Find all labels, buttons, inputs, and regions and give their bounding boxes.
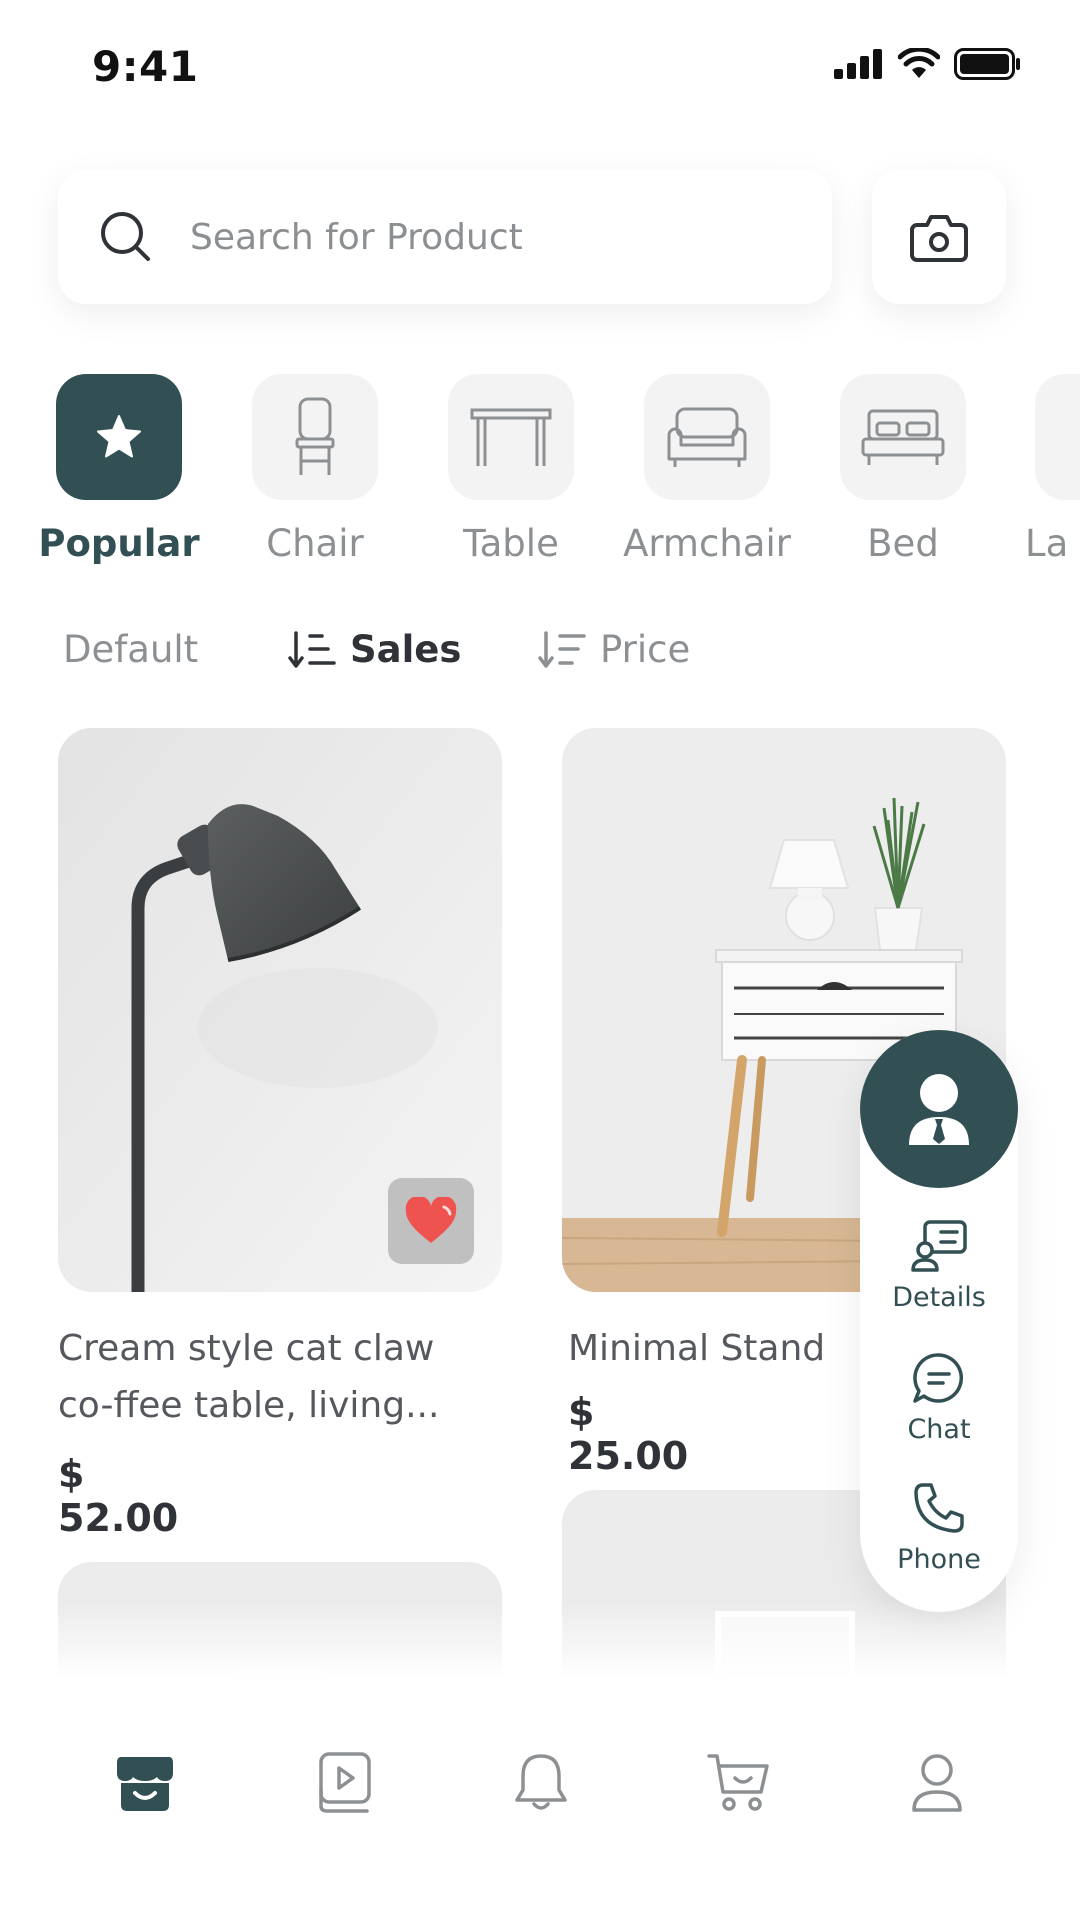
battery-icon [954,48,1020,80]
category-chair[interactable]: Chair [215,374,415,565]
bottom-nav [0,1678,1080,1920]
category-table[interactable]: Table [411,374,611,565]
category-bed[interactable]: Bed [803,374,1003,565]
sort-price[interactable]: Price [538,628,690,671]
sort-sales[interactable]: Sales [288,628,461,671]
agent-icon [909,1074,969,1145]
video-icon [319,1752,371,1813]
product-name-line: Cream style cat claw [58,1328,435,1369]
store-icon [117,1757,173,1811]
category-label: Popular [38,522,200,565]
category-tile [56,374,182,500]
details-label: Details [892,1282,986,1313]
camera-button[interactable] [872,170,1006,304]
favorite-button[interactable] [388,1178,474,1264]
sort-price-label: Price [600,628,691,671]
agent-avatar[interactable] [860,1030,1018,1188]
chat-label: Chat [907,1414,971,1445]
category-tile [448,374,574,500]
bell-icon [515,1754,567,1810]
sort-descending-icon [538,630,586,668]
product-price: $ 25.00 [568,1390,689,1478]
phone-label: Phone [897,1544,981,1575]
category-label: Chair [266,522,364,565]
signal-icon [834,49,882,79]
status-bar: 9:41 [0,0,1080,130]
category-armchair[interactable]: Armchair [607,374,807,565]
nav-video[interactable] [298,1738,388,1828]
search-input[interactable] [190,216,750,258]
phone-action[interactable]: Phone [860,1482,1018,1575]
details-action[interactable]: Details [860,1220,1018,1313]
table-icon [470,408,552,466]
bottom-fade [0,1600,1080,1680]
heart-icon [405,1197,457,1243]
status-time: 9:41 [92,42,199,91]
product-name-line: Minimal Stand [568,1328,826,1369]
category-lamp[interactable]: La [999,374,1080,565]
sort-descending-icon [288,630,336,668]
nav-notifications[interactable] [496,1738,586,1828]
category-label: Armchair [623,522,791,565]
nav-profile[interactable] [892,1738,982,1828]
wifi-icon [898,48,940,78]
phone-icon [914,1483,964,1533]
camera-icon [910,215,968,262]
chat-icon [913,1353,964,1403]
sort-sales-label: Sales [350,628,462,671]
category-label: Bed [867,522,939,565]
star-icon [97,415,141,458]
search-box[interactable] [58,170,832,304]
category-label: Table [463,522,559,565]
status-icons [834,48,1022,80]
sort-default-label: Default [63,628,199,671]
contact-panel: Details Chat Phone [860,1030,1018,1612]
sort-default[interactable]: Default [63,628,198,671]
profile-icon [912,1754,962,1812]
chair-icon [295,397,335,475]
details-icon [911,1220,967,1272]
nav-cart[interactable] [694,1738,784,1828]
bed-icon [861,409,945,465]
product-name: Cream style cat claw co-ffee table, livi… [58,1320,498,1434]
category-popular[interactable]: Popular [19,374,219,565]
category-list: Popular Chair Table Armchair Bed La [0,374,1080,574]
category-tile [840,374,966,500]
chat-action[interactable]: Chat [860,1352,1018,1445]
nav-store[interactable] [100,1738,190,1828]
sort-bar: Default Sales Price [0,628,1080,688]
product-price: $ 52.00 [58,1452,179,1540]
category-tile [1035,374,1080,500]
category-tile [252,374,378,500]
search-icon [101,212,150,261]
category-label: La [1025,522,1069,565]
category-tile [644,374,770,500]
product-name: Minimal Stand [568,1320,868,1377]
armchair-icon [667,407,747,467]
product-name-line: co-ffee table, living... [58,1385,440,1426]
cart-icon [707,1754,769,1811]
